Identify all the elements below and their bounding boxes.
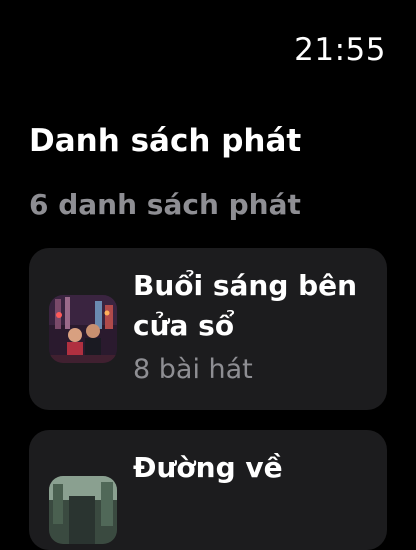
playlist-card[interactable]: Đường về [29,430,387,550]
playlist-title: Đường về [133,451,283,484]
playlist-artwork [49,295,117,363]
playlist-card[interactable]: Buổi sáng bên cửa sổ 8 bài hát [29,248,387,410]
playlist-artwork [49,476,117,544]
page-title: Danh sách phát [29,123,302,159]
playlist-count: 6 danh sách phát [29,188,301,221]
status-time: 21:55 [294,32,386,68]
playlist-song-count: 8 bài hát [133,354,253,385]
playlist-title: Buổi sáng bên cửa sổ [133,269,358,342]
